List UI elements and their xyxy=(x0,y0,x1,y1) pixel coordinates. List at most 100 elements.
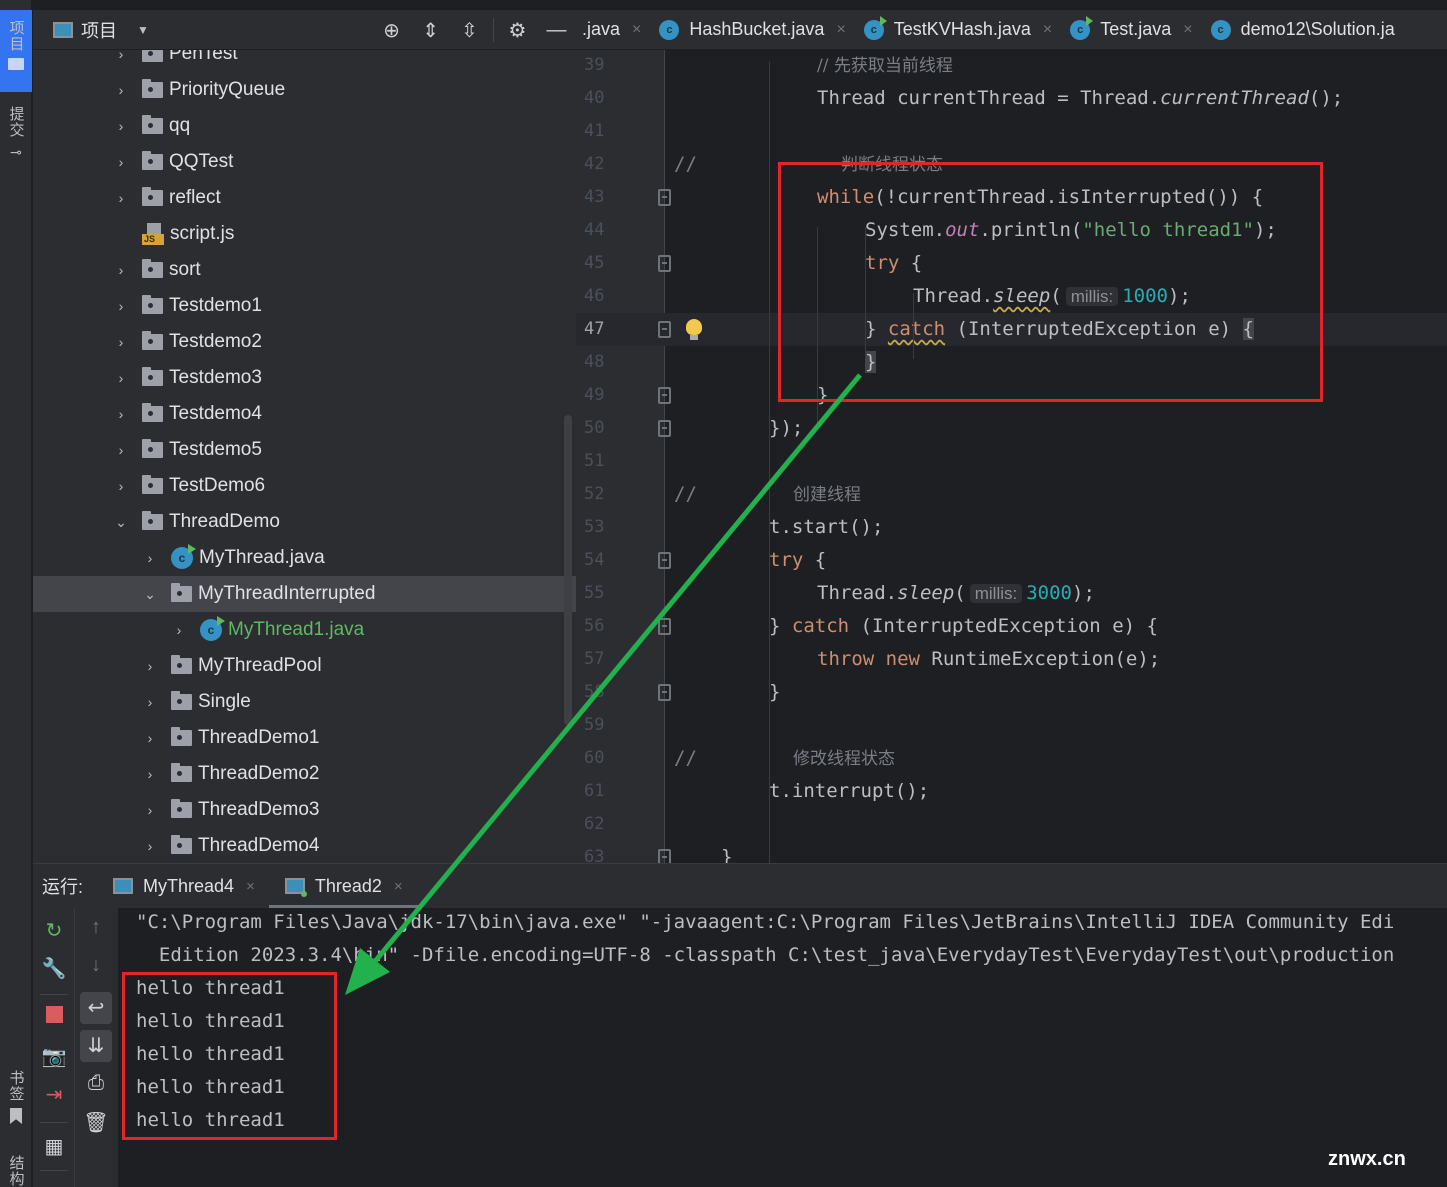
fold-marker-icon[interactable] xyxy=(658,849,671,863)
fold-marker-icon[interactable] xyxy=(658,684,671,701)
fold-marker-icon[interactable] xyxy=(658,420,671,437)
gear-icon[interactable]: ⚙ xyxy=(498,18,537,43)
scroll-to-end-icon[interactable]: ⇊ xyxy=(80,1030,112,1062)
line-number[interactable]: 42 xyxy=(584,148,624,181)
tree-item[interactable]: › Testdemo4 xyxy=(33,396,576,432)
exit-icon[interactable]: ⇥ xyxy=(33,1082,75,1107)
console-output[interactable]: "C:\Program Files\Java\jdk-17\bin\java.e… xyxy=(119,908,1447,1187)
close-icon[interactable]: × xyxy=(1183,21,1192,39)
code-line[interactable]: 60 // 修改线程状态 xyxy=(576,742,1447,775)
tree-item[interactable]: › PriorityQueue xyxy=(33,72,576,108)
line-number[interactable]: 43 xyxy=(584,181,624,214)
chevron-right-icon[interactable]: › xyxy=(142,766,158,782)
tree-item[interactable]: › ThreadDemo4 xyxy=(33,828,576,863)
tree-item[interactable]: › c MyThread1.java xyxy=(33,612,576,648)
line-number[interactable]: 62 xyxy=(584,808,624,841)
chevron-right-icon[interactable]: › xyxy=(113,154,129,170)
line-number[interactable]: 59 xyxy=(584,709,624,742)
line-number[interactable]: 45 xyxy=(584,247,624,280)
tree-item[interactable]: › c MyThread.java xyxy=(33,540,576,576)
editor-tab[interactable]: c TestKVHash.java × xyxy=(863,15,1052,40)
chevron-right-icon[interactable]: › xyxy=(142,694,158,710)
code-line[interactable]: 50}); xyxy=(576,412,1447,445)
close-icon[interactable]: × xyxy=(1043,21,1052,39)
run-tab[interactable]: Thread2 × xyxy=(268,864,419,908)
code-line[interactable]: 57 throw new RuntimeException(e); xyxy=(576,643,1447,676)
tree-item[interactable]: ⌄ ThreadDemo xyxy=(33,504,576,540)
code-line[interactable]: 58} xyxy=(576,676,1447,709)
chevron-right-icon[interactable]: › xyxy=(113,334,129,350)
code-line[interactable]: 47} catch (InterruptedException e) { xyxy=(576,313,1447,346)
chevron-down-icon[interactable]: ⌄ xyxy=(142,586,158,603)
rerun-icon[interactable]: ↻ xyxy=(33,918,75,943)
tree-item[interactable]: › qq xyxy=(33,108,576,144)
print-icon[interactable]: ⎙ xyxy=(75,1072,117,1095)
code-line[interactable]: 48} xyxy=(576,346,1447,379)
commit-tool-button[interactable]: 提交 ⊸ xyxy=(0,100,32,170)
chevron-right-icon[interactable]: › xyxy=(142,838,158,854)
tree-item[interactable]: ⌄ MyThreadInterrupted xyxy=(33,576,576,612)
structure-tool-button[interactable]: 结构 xyxy=(0,1155,32,1187)
chevron-down-icon[interactable]: ⌄ xyxy=(113,514,129,531)
chevron-right-icon[interactable]: › xyxy=(113,262,129,278)
chevron-right-icon[interactable]: › xyxy=(113,82,129,98)
chevron-right-icon[interactable]: › xyxy=(142,802,158,818)
line-number[interactable]: 51 xyxy=(584,445,624,478)
tree-item[interactable]: › QQTest xyxy=(33,144,576,180)
tree-item[interactable]: › reflect xyxy=(33,180,576,216)
tree-item[interactable]: › ThreadDemo2 xyxy=(33,756,576,792)
soft-wrap-icon[interactable]: ↩ xyxy=(80,992,112,1024)
bookmarks-tool-button[interactable]: 书签 xyxy=(0,1070,32,1140)
fold-marker-icon[interactable] xyxy=(658,321,671,338)
collapse-all-icon[interactable]: ⇳ xyxy=(450,18,489,43)
line-number[interactable]: 63 xyxy=(584,841,624,863)
code-line[interactable]: 40 Thread currentThread = Thread.currentT… xyxy=(576,82,1447,115)
camera-icon[interactable]: 📷 xyxy=(33,1044,75,1069)
locate-icon[interactable]: ⊕ xyxy=(372,18,411,43)
wrench-icon[interactable]: 🔧 xyxy=(33,956,75,981)
tree-item[interactable]: JS script.js xyxy=(33,216,576,252)
line-number[interactable]: 46 xyxy=(584,280,624,313)
line-number[interactable]: 53 xyxy=(584,511,624,544)
code-line[interactable]: 59 xyxy=(576,709,1447,742)
code-line[interactable]: 53 t.start(); xyxy=(576,511,1447,544)
tree-scrollbar[interactable] xyxy=(564,415,572,725)
editor-tab[interactable]: c Test.java × xyxy=(1070,15,1193,40)
project-tool-button[interactable]: 项目 xyxy=(0,10,32,92)
tree-item[interactable]: › Testdemo5 xyxy=(33,432,576,468)
code-line[interactable]: 61 t.interrupt(); xyxy=(576,775,1447,808)
expand-all-icon[interactable]: ⇕ xyxy=(411,18,450,43)
chevron-right-icon[interactable]: › xyxy=(113,370,129,386)
fold-marker-icon[interactable] xyxy=(658,387,671,404)
code-line[interactable]: 49} xyxy=(576,379,1447,412)
code-line[interactable]: 55 Thread.sleep(millis: 3000); xyxy=(576,577,1447,610)
tree-item[interactable]: › TestDemo6 xyxy=(33,468,576,504)
code-line[interactable]: 42 // 判断线程状态 xyxy=(576,148,1447,181)
code-line[interactable]: 62 xyxy=(576,808,1447,841)
tree-item[interactable]: › ThreadDemo3 xyxy=(33,792,576,828)
line-number[interactable]: 57 xyxy=(584,643,624,676)
line-number[interactable]: 61 xyxy=(584,775,624,808)
line-number[interactable]: 39 xyxy=(584,49,624,82)
tree-item[interactable]: › Single xyxy=(33,684,576,720)
line-number[interactable]: 48 xyxy=(584,346,624,379)
fold-marker-icon[interactable] xyxy=(658,552,671,569)
view-selector-dropdown-icon[interactable]: ▼ xyxy=(137,23,149,37)
tree-item[interactable]: › Testdemo3 xyxy=(33,360,576,396)
run-tab[interactable]: MyThread4 × xyxy=(113,864,255,908)
fold-marker-icon[interactable] xyxy=(658,255,671,272)
close-icon[interactable]: × xyxy=(394,878,403,895)
close-icon[interactable]: × xyxy=(836,21,845,39)
trash-icon[interactable]: 🗑 xyxy=(75,1110,117,1135)
line-number[interactable]: 40 xyxy=(584,82,624,115)
chevron-right-icon[interactable]: › xyxy=(171,622,187,638)
code-line[interactable]: 51 xyxy=(576,445,1447,478)
line-number[interactable]: 55 xyxy=(584,577,624,610)
line-number[interactable]: 44 xyxy=(584,214,624,247)
arrow-down-icon[interactable]: ↓ xyxy=(75,954,117,977)
chevron-right-icon[interactable]: › xyxy=(113,118,129,134)
chevron-right-icon[interactable]: › xyxy=(113,478,129,494)
fold-marker-icon[interactable] xyxy=(658,618,671,635)
code-line[interactable]: 41 xyxy=(576,115,1447,148)
line-number[interactable]: 52 xyxy=(584,478,624,511)
